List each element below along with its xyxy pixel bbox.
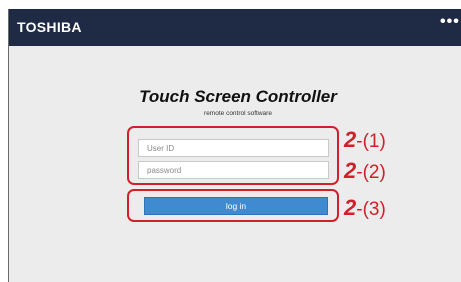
callout-number: 2 bbox=[344, 127, 357, 152]
page-subtitle: remote control software bbox=[204, 110, 272, 117]
user-id-input[interactable] bbox=[138, 139, 329, 157]
more-horizontal-icon[interactable]: ••• bbox=[440, 13, 460, 31]
callout-step-2: 2-(2) bbox=[344, 158, 386, 184]
brand-logo: TOSHIBA bbox=[17, 19, 82, 35]
callout-suffix: -(2) bbox=[356, 162, 386, 183]
callout-suffix: -(1) bbox=[356, 131, 386, 152]
callout-step-1: 2-(1) bbox=[344, 127, 386, 153]
top-bar: TOSHIBA ••• bbox=[9, 9, 461, 46]
password-input[interactable] bbox=[138, 161, 329, 179]
page-title: Touch Screen Controller bbox=[139, 87, 337, 106]
callout-step-3: 2-(3) bbox=[344, 195, 386, 221]
login-button[interactable]: log in bbox=[144, 197, 328, 215]
callout-suffix: -(3) bbox=[356, 199, 386, 220]
callout-number: 2 bbox=[344, 158, 357, 183]
callout-number: 2 bbox=[344, 195, 357, 220]
